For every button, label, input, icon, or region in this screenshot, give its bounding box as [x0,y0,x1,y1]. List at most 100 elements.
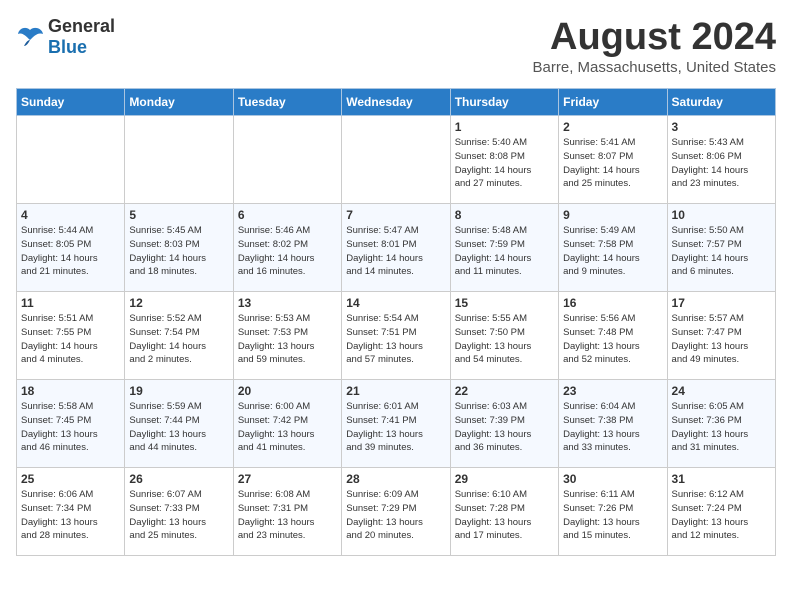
calendar-table: SundayMondayTuesdayWednesdayThursdayFrid… [16,88,776,556]
day-cell [17,116,125,204]
day-number: 20 [238,384,337,398]
day-cell [233,116,341,204]
logo-text: General Blue [48,16,115,58]
day-cell: 6 Sunrise: 5:46 AM Sunset: 8:02 PM Daylig… [233,204,341,292]
day-cell: 16 Sunrise: 5:56 AM Sunset: 7:48 PM Dayli… [559,292,667,380]
day-number: 28 [346,472,445,486]
day-cell [125,116,233,204]
day-number: 16 [563,296,662,310]
day-detail: Sunrise: 5:55 AM Sunset: 7:50 PM Dayligh… [455,312,554,367]
day-detail: Sunrise: 5:41 AM Sunset: 8:07 PM Dayligh… [563,136,662,191]
day-cell: 9Sunrise: 5:49 AM Sunset: 7:58 PM Daylig… [559,204,667,292]
day-number: 24 [672,384,771,398]
day-detail: Sunrise: 5:46 AM Sunset: 8:02 PM Dayligh… [238,224,337,279]
day-number: 1 [455,120,554,134]
day-cell: 3 Sunrise: 5:43 AM Sunset: 8:06 PM Daylig… [667,116,775,204]
calendar-header-row: SundayMondayTuesdayWednesdayThursdayFrid… [17,89,776,116]
day-cell: 25 Sunrise: 6:06 AM Sunset: 7:34 PM Dayli… [17,468,125,556]
week-row-2: 4 Sunrise: 5:44 AM Sunset: 8:05 PM Daylig… [17,204,776,292]
day-detail: Sunrise: 5:57 AM Sunset: 7:47 PM Dayligh… [672,312,771,367]
day-detail: Sunrise: 5:51 AM Sunset: 7:55 PM Dayligh… [21,312,120,367]
day-cell: 22 Sunrise: 6:03 AM Sunset: 7:39 PM Dayli… [450,380,558,468]
day-detail: Sunrise: 6:00 AM Sunset: 7:42 PM Dayligh… [238,400,337,455]
day-cell: 5 Sunrise: 5:45 AM Sunset: 8:03 PM Daylig… [125,204,233,292]
week-row-3: 11Sunrise: 5:51 AM Sunset: 7:55 PM Dayli… [17,292,776,380]
day-cell: 15 Sunrise: 5:55 AM Sunset: 7:50 PM Dayli… [450,292,558,380]
day-cell: 19Sunrise: 5:59 AM Sunset: 7:44 PM Dayli… [125,380,233,468]
day-detail: Sunrise: 5:56 AM Sunset: 7:48 PM Dayligh… [563,312,662,367]
day-detail: Sunrise: 6:11 AM Sunset: 7:26 PM Dayligh… [563,488,662,543]
header: General Blue August 2024 Barre, Massachu… [16,16,776,76]
month-title: August 2024 [533,16,776,59]
logo-bird-icon [16,26,44,48]
day-cell: 2 Sunrise: 5:41 AM Sunset: 8:07 PM Daylig… [559,116,667,204]
day-detail: Sunrise: 5:58 AM Sunset: 7:45 PM Dayligh… [21,400,120,455]
day-number: 26 [129,472,228,486]
day-number: 14 [346,296,445,310]
day-cell: 13 Sunrise: 5:53 AM Sunset: 7:53 PM Dayli… [233,292,341,380]
col-header-tuesday: Tuesday [233,89,341,116]
day-detail: Sunrise: 6:01 AM Sunset: 7:41 PM Dayligh… [346,400,445,455]
day-number: 25 [21,472,120,486]
location-subtitle: Barre, Massachusetts, United States [533,59,776,76]
col-header-wednesday: Wednesday [342,89,450,116]
day-detail: Sunrise: 5:47 AM Sunset: 8:01 PM Dayligh… [346,224,445,279]
day-number: 8 [455,208,554,222]
day-number: 6 [238,208,337,222]
day-detail: Sunrise: 6:03 AM Sunset: 7:39 PM Dayligh… [455,400,554,455]
day-detail: Sunrise: 5:40 AM Sunset: 8:08 PM Dayligh… [455,136,554,191]
day-detail: Sunrise: 6:09 AM Sunset: 7:29 PM Dayligh… [346,488,445,543]
day-cell: 18 Sunrise: 5:58 AM Sunset: 7:45 PM Dayli… [17,380,125,468]
week-row-4: 18 Sunrise: 5:58 AM Sunset: 7:45 PM Dayli… [17,380,776,468]
day-cell: 27Sunrise: 6:08 AM Sunset: 7:31 PM Dayli… [233,468,341,556]
day-detail: Sunrise: 6:05 AM Sunset: 7:36 PM Dayligh… [672,400,771,455]
week-row-5: 25 Sunrise: 6:06 AM Sunset: 7:34 PM Dayli… [17,468,776,556]
logo-blue: Blue [48,37,87,57]
day-number: 4 [21,208,120,222]
day-number: 3 [672,120,771,134]
day-number: 18 [21,384,120,398]
day-number: 23 [563,384,662,398]
day-number: 21 [346,384,445,398]
day-cell: 7Sunrise: 5:47 AM Sunset: 8:01 PM Daylig… [342,204,450,292]
col-header-thursday: Thursday [450,89,558,116]
day-number: 10 [672,208,771,222]
day-detail: Sunrise: 6:10 AM Sunset: 7:28 PM Dayligh… [455,488,554,543]
day-number: 17 [672,296,771,310]
day-number: 15 [455,296,554,310]
day-cell: 29 Sunrise: 6:10 AM Sunset: 7:28 PM Dayli… [450,468,558,556]
day-detail: Sunrise: 5:43 AM Sunset: 8:06 PM Dayligh… [672,136,771,191]
day-number: 2 [563,120,662,134]
day-number: 30 [563,472,662,486]
day-detail: Sunrise: 5:50 AM Sunset: 7:57 PM Dayligh… [672,224,771,279]
logo: General Blue [16,16,115,58]
day-detail: Sunrise: 5:59 AM Sunset: 7:44 PM Dayligh… [129,400,228,455]
day-number: 13 [238,296,337,310]
day-cell [342,116,450,204]
day-detail: Sunrise: 5:52 AM Sunset: 7:54 PM Dayligh… [129,312,228,367]
day-number: 22 [455,384,554,398]
week-row-1: 1 Sunrise: 5:40 AM Sunset: 8:08 PM Daylig… [17,116,776,204]
day-cell: 12 Sunrise: 5:52 AM Sunset: 7:54 PM Dayli… [125,292,233,380]
day-cell: 30 Sunrise: 6:11 AM Sunset: 7:26 PM Dayli… [559,468,667,556]
day-cell: 26Sunrise: 6:07 AM Sunset: 7:33 PM Dayli… [125,468,233,556]
day-detail: Sunrise: 5:44 AM Sunset: 8:05 PM Dayligh… [21,224,120,279]
title-area: August 2024 Barre, Massachusetts, United… [533,16,776,76]
day-cell: 10 Sunrise: 5:50 AM Sunset: 7:57 PM Dayli… [667,204,775,292]
day-cell: 8Sunrise: 5:48 AM Sunset: 7:59 PM Daylig… [450,204,558,292]
day-detail: Sunrise: 6:06 AM Sunset: 7:34 PM Dayligh… [21,488,120,543]
day-cell: 21 Sunrise: 6:01 AM Sunset: 7:41 PM Dayli… [342,380,450,468]
logo-general: General [48,16,115,36]
day-detail: Sunrise: 5:53 AM Sunset: 7:53 PM Dayligh… [238,312,337,367]
day-detail: Sunrise: 5:45 AM Sunset: 8:03 PM Dayligh… [129,224,228,279]
day-number: 29 [455,472,554,486]
day-number: 12 [129,296,228,310]
day-cell: 14Sunrise: 5:54 AM Sunset: 7:51 PM Dayli… [342,292,450,380]
day-cell: 28 Sunrise: 6:09 AM Sunset: 7:29 PM Dayli… [342,468,450,556]
col-header-friday: Friday [559,89,667,116]
day-cell: 17 Sunrise: 5:57 AM Sunset: 7:47 PM Dayli… [667,292,775,380]
day-number: 5 [129,208,228,222]
col-header-sunday: Sunday [17,89,125,116]
col-header-monday: Monday [125,89,233,116]
day-cell: 31Sunrise: 6:12 AM Sunset: 7:24 PM Dayli… [667,468,775,556]
